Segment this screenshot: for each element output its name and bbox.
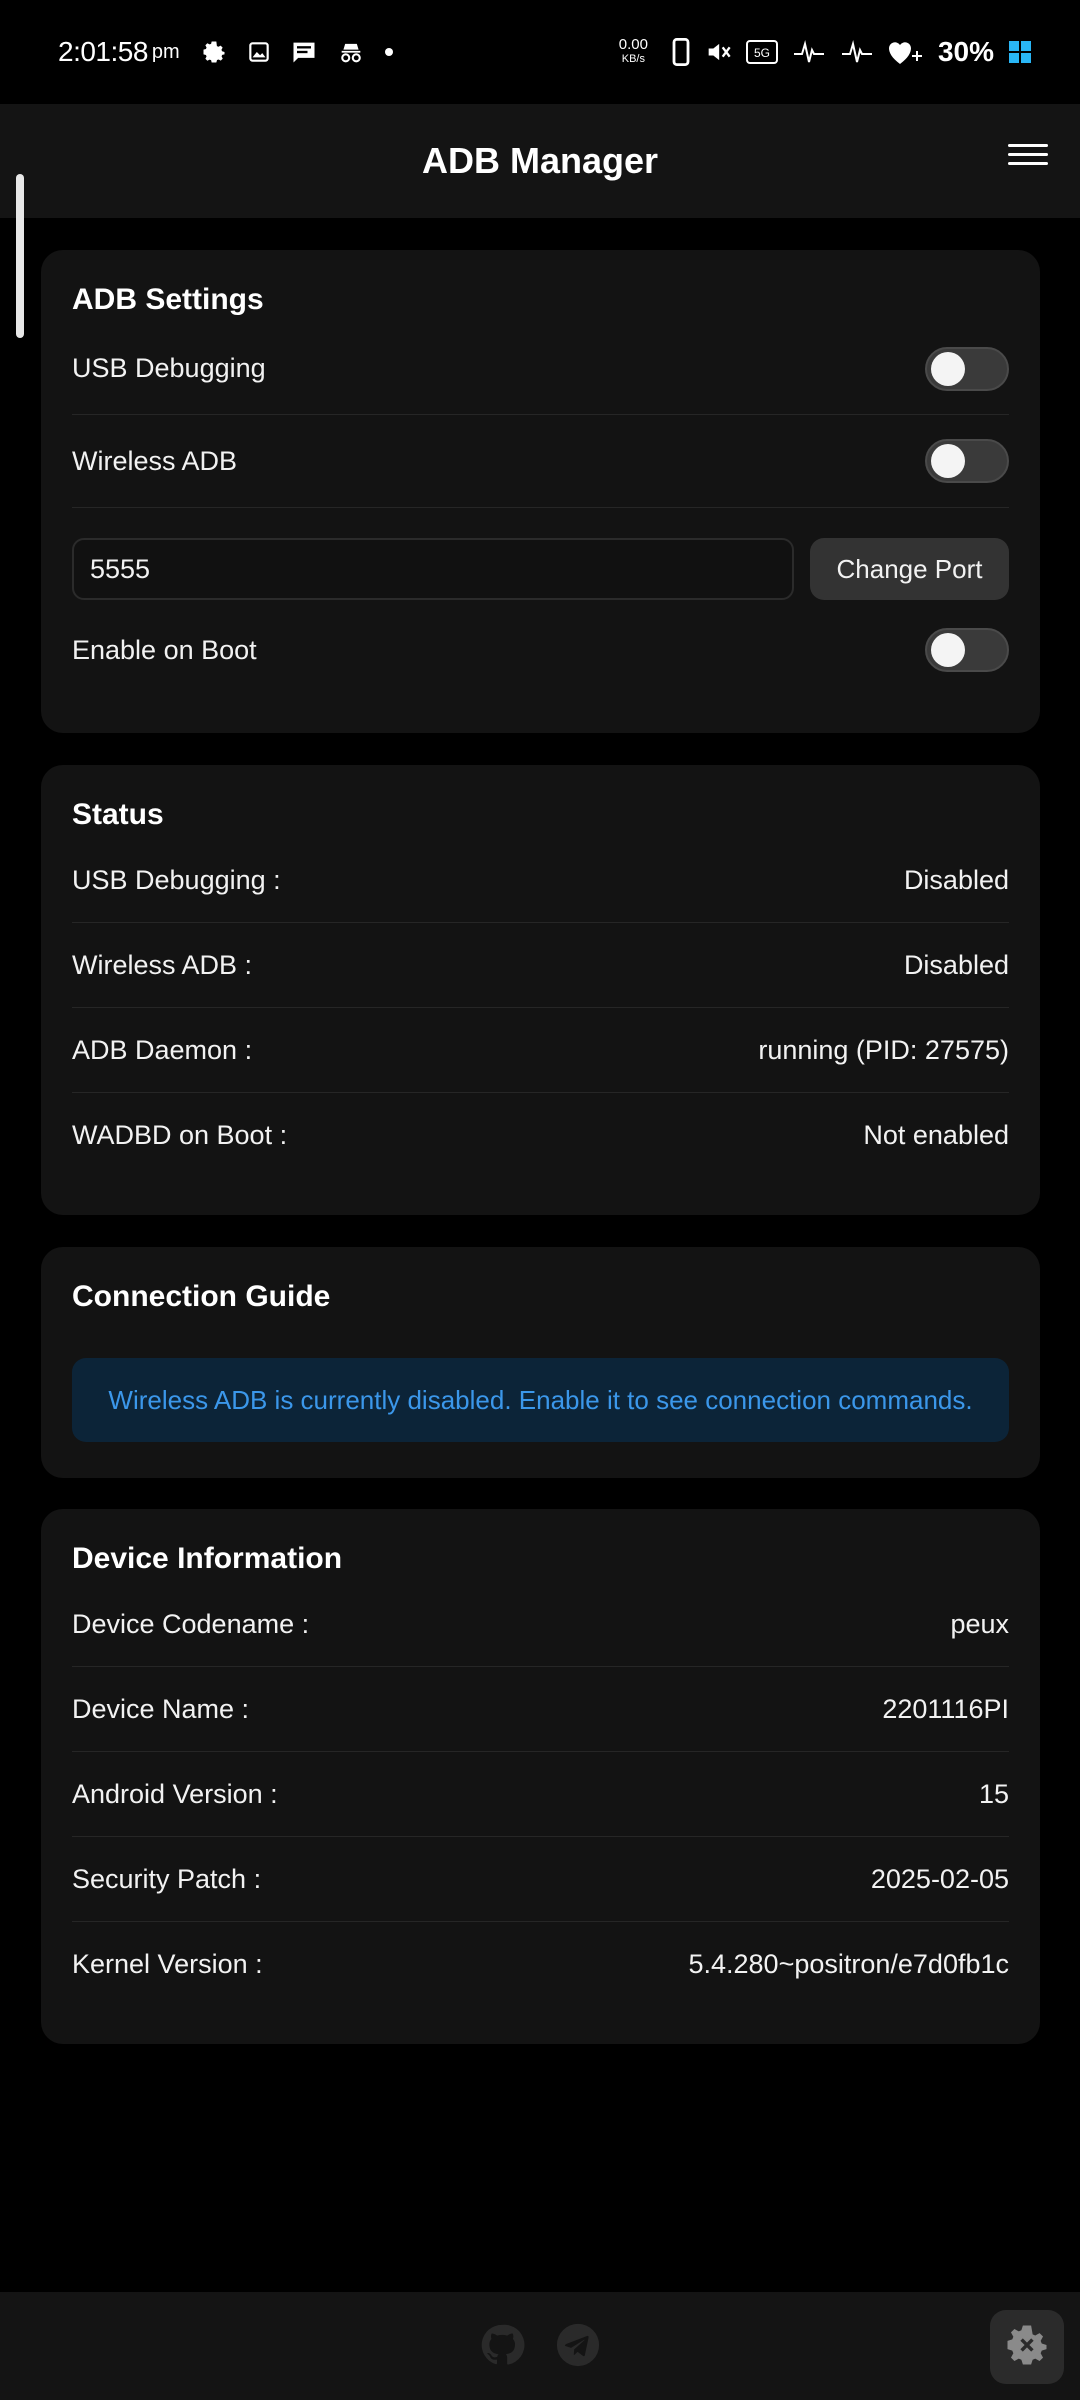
adb-settings-title: ADB Settings bbox=[72, 283, 264, 316]
change-port-button[interactable]: Change Port bbox=[810, 538, 1009, 600]
signal-icon-2 bbox=[840, 38, 874, 66]
status-row-wireless: Wireless ADB : Disabled bbox=[72, 923, 1009, 1008]
status-title: Status bbox=[72, 798, 164, 831]
bottom-bar bbox=[0, 2292, 1080, 2400]
status-bar-right: 0.00 KB/s 5G 30% bbox=[619, 36, 1032, 68]
enable-on-boot-label: Enable on Boot bbox=[72, 634, 257, 665]
device-row-kernel: Kernel Version : 5.4.280~positron/e7d0fb… bbox=[72, 1922, 1009, 2007]
connection-info-message: Wireless ADB is currently disabled. Enab… bbox=[72, 1358, 1009, 1442]
status-row-wadbd: WADBD on Boot : Not enabled bbox=[72, 1093, 1009, 1178]
device-row-android: Android Version : 15 bbox=[72, 1752, 1009, 1837]
status-value: Disabled bbox=[903, 864, 1009, 895]
enable-on-boot-toggle[interactable] bbox=[925, 628, 1009, 672]
device-value: 2201116PI bbox=[882, 1693, 1009, 1724]
usb-debugging-label: USB Debugging bbox=[72, 353, 266, 383]
gallery-icon bbox=[246, 39, 272, 65]
signal-icon bbox=[792, 38, 826, 66]
toggle-knob bbox=[931, 633, 965, 667]
wireless-adb-toggle[interactable] bbox=[925, 439, 1009, 483]
scroll-indicator[interactable] bbox=[16, 174, 24, 338]
status-label: ADB Daemon : bbox=[72, 1034, 253, 1065]
device-row-codename: Device Codename : peux bbox=[72, 1582, 1009, 1667]
menu-line bbox=[1008, 153, 1048, 156]
device-row-patch: Security Patch : 2025-02-05 bbox=[72, 1837, 1009, 1922]
wireless-adb-label: Wireless ADB bbox=[72, 445, 238, 476]
device-value: 2025-02-05 bbox=[870, 1863, 1009, 1894]
menu-line bbox=[1008, 144, 1048, 147]
screen: 2:01:58 pm 0.00 KB/s 5G 30% ADB Manager … bbox=[0, 0, 1080, 2400]
status-ampm: pm bbox=[151, 40, 180, 63]
status-card: Status USB Debugging : Disabled Wireless… bbox=[41, 765, 1040, 1215]
github-icon[interactable] bbox=[479, 2322, 525, 2373]
status-bar-left: 2:01:58 pm bbox=[58, 36, 412, 68]
device-label: Security Patch : bbox=[72, 1863, 262, 1894]
net-speed: 0.00 KB/s bbox=[618, 36, 648, 66]
status-row-daemon: ADB Daemon : running (PID: 27575) bbox=[72, 1008, 1009, 1093]
device-info-card: Device Information Device Codename : peu… bbox=[41, 1509, 1040, 2044]
device-row-name: Device Name : 2201116PI bbox=[72, 1667, 1009, 1752]
device-value: 5.4.280~positron/e7d0fb1c bbox=[688, 1949, 1009, 1979]
usb-debugging-toggle[interactable] bbox=[925, 346, 1009, 391]
menu-line bbox=[1008, 162, 1048, 165]
dot-icon bbox=[384, 47, 394, 57]
toggle-knob bbox=[931, 351, 965, 386]
windows-icon bbox=[1008, 40, 1032, 64]
phone-icon bbox=[672, 38, 690, 66]
net-speed-unit: KB/s bbox=[621, 53, 645, 65]
incognito-icon bbox=[336, 38, 366, 66]
net-speed-value: 0.00 bbox=[618, 36, 648, 53]
status-value: running (PID: 27575) bbox=[758, 1034, 1009, 1065]
status-time: 2:01:58 bbox=[58, 36, 148, 67]
status-row-usb: USB Debugging : Disabled bbox=[72, 838, 1009, 923]
settings-gear-icon bbox=[1001, 2319, 1053, 2376]
battery-percent: 30% bbox=[937, 36, 994, 67]
svg-text:5G: 5G bbox=[754, 46, 770, 60]
device-label: Device Name : bbox=[72, 1693, 250, 1724]
mute-icon bbox=[704, 38, 732, 66]
connection-guide-card: Connection Guide Wireless ADB is current… bbox=[41, 1247, 1040, 1478]
status-label: Wireless ADB : bbox=[72, 949, 253, 980]
telegram-icon[interactable] bbox=[555, 2322, 601, 2373]
device-label: Device Codename : bbox=[72, 1608, 310, 1639]
device-value: peux bbox=[950, 1608, 1009, 1639]
status-value: Disabled bbox=[903, 949, 1009, 980]
connection-guide-title: Connection Guide bbox=[72, 1280, 331, 1313]
device-label: Android Version : bbox=[72, 1778, 278, 1809]
device-label: Kernel Version : bbox=[72, 1949, 263, 1979]
settings-fab[interactable] bbox=[990, 2310, 1064, 2384]
toggle-knob bbox=[931, 444, 965, 478]
app-bar: ADB Manager bbox=[0, 104, 1080, 218]
port-input[interactable] bbox=[72, 538, 794, 600]
status-label: WADBD on Boot : bbox=[72, 1120, 288, 1150]
device-value: 15 bbox=[978, 1778, 1009, 1809]
usb-debugging-row: USB Debugging bbox=[72, 323, 1009, 415]
device-info-title: Device Information bbox=[72, 1542, 343, 1575]
status-label: USB Debugging : bbox=[72, 864, 281, 895]
menu-button[interactable] bbox=[1008, 138, 1048, 178]
status-bar: 2:01:58 pm 0.00 KB/s 5G 30% bbox=[0, 0, 1080, 104]
wireless-adb-row: Wireless ADB bbox=[72, 415, 1009, 507]
message-icon bbox=[290, 38, 318, 66]
status-value: Not enabled bbox=[863, 1120, 1009, 1150]
gear-icon bbox=[200, 38, 228, 66]
enable-on-boot-row: Enable on Boot bbox=[72, 600, 1009, 700]
battery-saver-icon bbox=[888, 38, 924, 66]
port-row: Change Port bbox=[72, 538, 1009, 600]
adb-settings-card: ADB Settings USB Debugging Wireless ADB … bbox=[41, 250, 1040, 733]
page-title: ADB Manager bbox=[421, 140, 659, 181]
5g-icon: 5G bbox=[745, 39, 778, 65]
